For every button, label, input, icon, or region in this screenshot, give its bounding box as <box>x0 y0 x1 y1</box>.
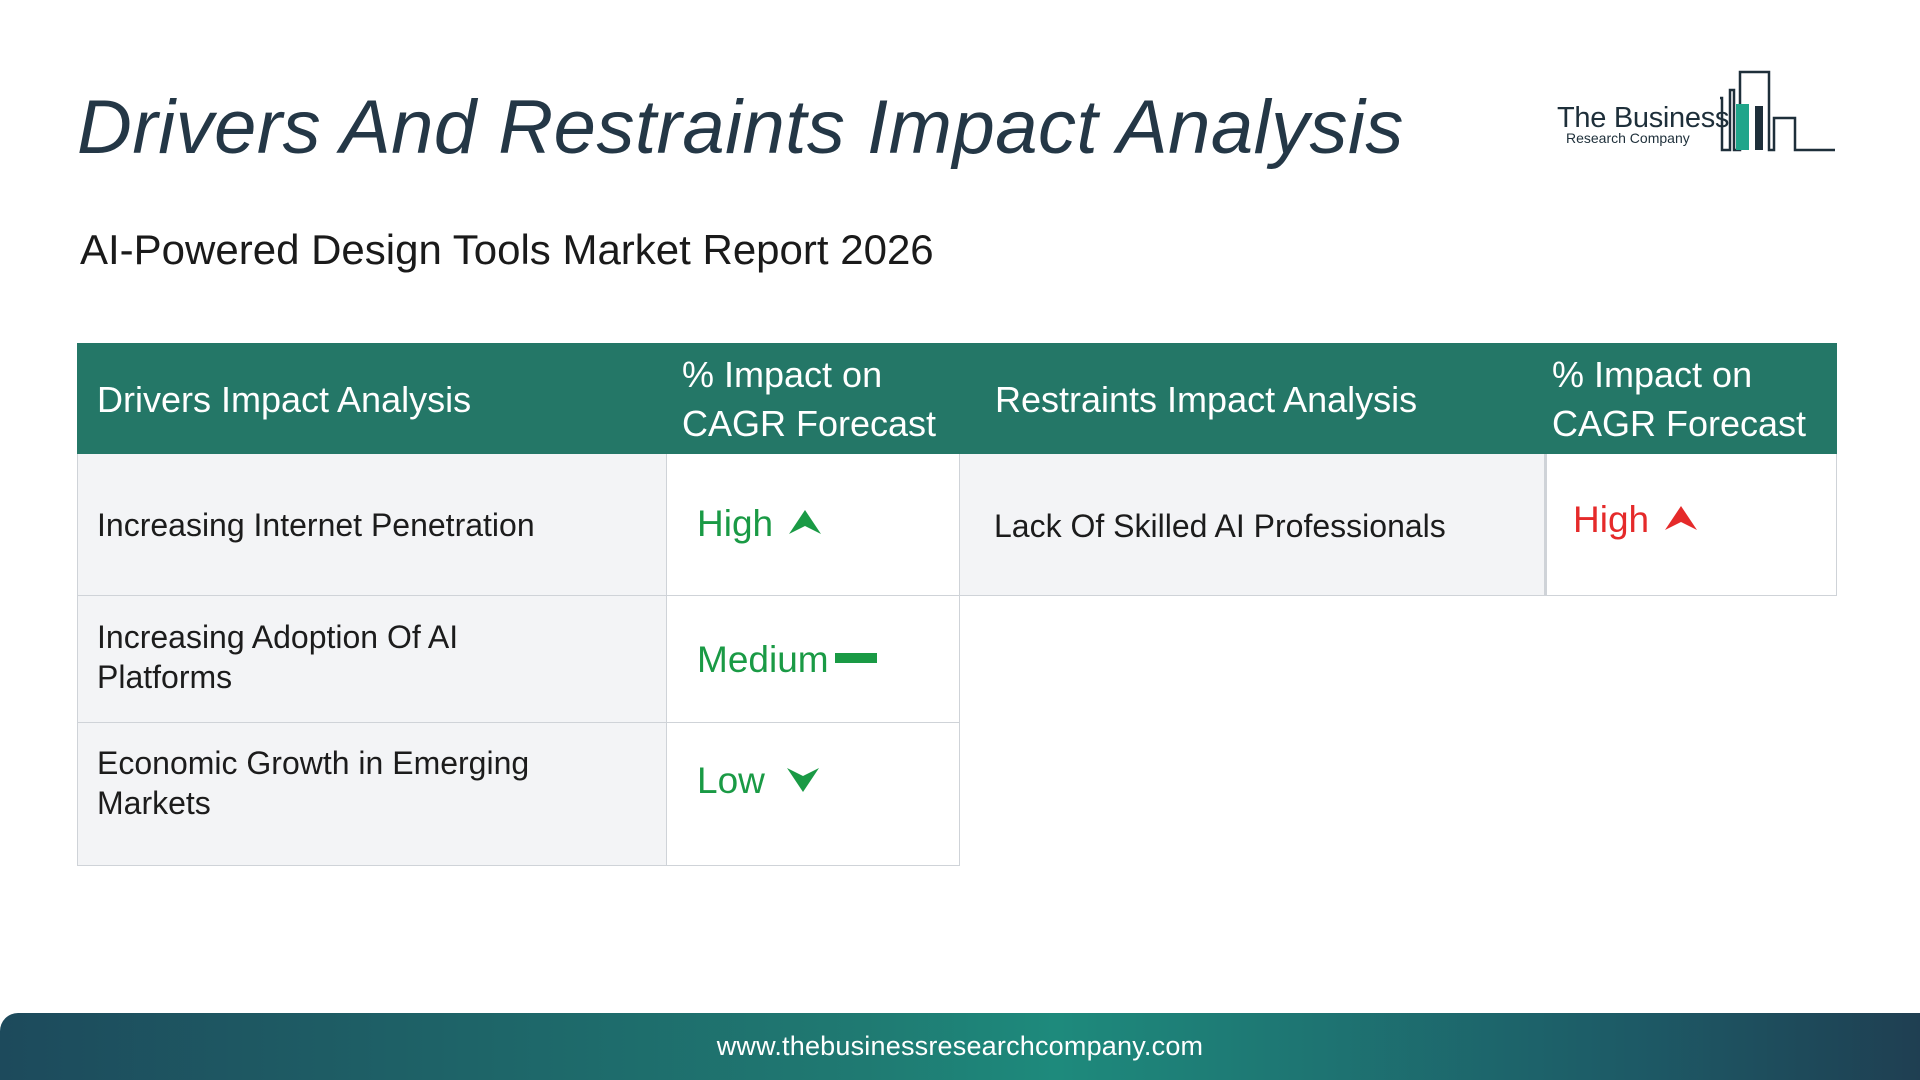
header-restraints-impact: % Impact on CAGR Forecast <box>1552 354 1807 444</box>
impact-level: Low <box>697 760 765 801</box>
page-subtitle: AI-Powered Design Tools Market Report 20… <box>80 226 934 273</box>
header-drivers-impact: % Impact on CAGR Forecast <box>682 354 937 444</box>
company-logo: The Business Research Company <box>1552 66 1838 156</box>
driver-row-3-name-cell: Economic Growth in Emerging Markets <box>77 723 667 866</box>
logo-text-secondary: Research Company <box>1566 130 1690 146</box>
restraint-row-1-impact-cell: High <box>1545 454 1837 596</box>
header-drivers: Drivers Impact Analysis <box>97 379 472 420</box>
impact-level: High <box>697 503 774 544</box>
impact-level: High <box>1573 499 1650 540</box>
footer-bar: www.thebusinessresearchcompany.com <box>0 1013 1920 1080</box>
table-header: Drivers Impact Analysis % Impact on CAGR… <box>77 343 1837 454</box>
footer-website-link[interactable]: www.thebusinessresearchcompany.com <box>0 1031 1920 1062</box>
page-title: Drivers And Restraints Impact Analysis <box>77 85 1404 170</box>
dash-icon <box>834 651 877 669</box>
driver-row-1-name-cell: Increasing Internet Penetration <box>77 454 667 596</box>
driver-row-2-impact-cell: Medium <box>667 596 960 723</box>
restraint-row-1-name-cell: Lack Of Skilled AI Professionals <box>960 454 1545 596</box>
arrow-up-icon <box>787 508 823 541</box>
arrow-down-icon <box>785 764 821 799</box>
arrow-up-icon <box>1663 504 1699 537</box>
impact-level: Medium <box>697 639 829 680</box>
driver-name: Economic Growth in Emerging Markets <box>97 745 530 821</box>
driver-row-1-impact-cell: High <box>667 454 960 596</box>
driver-name: Increasing Internet Penetration <box>97 507 535 543</box>
driver-name: Increasing Adoption Of AI Platforms <box>97 619 459 695</box>
driver-row-3-impact-cell: Low <box>667 723 960 866</box>
driver-row-2-name-cell: Increasing Adoption Of AI Platforms <box>77 596 667 723</box>
restraint-name: Lack Of Skilled AI Professionals <box>994 508 1446 544</box>
header-restraints: Restraints Impact Analysis <box>995 379 1418 420</box>
